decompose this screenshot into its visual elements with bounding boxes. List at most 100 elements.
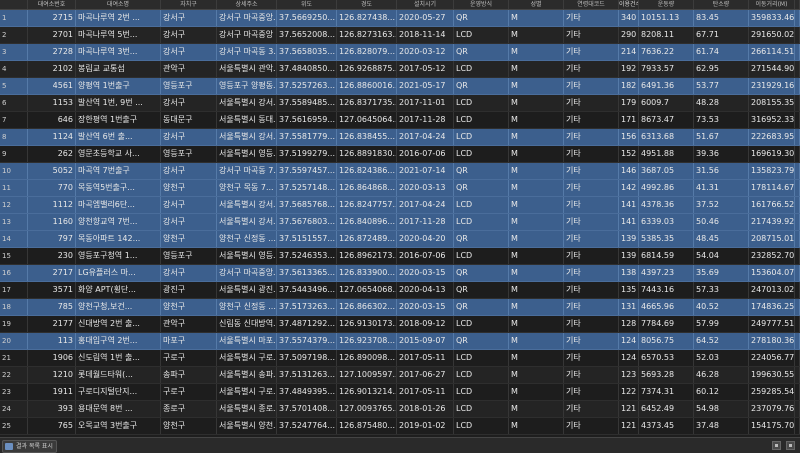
row-number[interactable]: 21 — [0, 350, 28, 366]
cell-age-code[interactable]: 기타 — [564, 146, 619, 162]
cell-usage-count[interactable]: 141 — [619, 214, 639, 230]
cell-distance[interactable]: 217439.9200... — [749, 214, 795, 230]
cell-install-date[interactable]: 2020-03-15 — [397, 265, 454, 281]
cell-distance[interactable]: 259285.549... — [749, 384, 795, 400]
cell-age-code[interactable]: 기타 — [564, 316, 619, 332]
cell-distance[interactable]: 199630.559... — [749, 367, 795, 383]
cell-longitude[interactable]: 126.875480... — [337, 418, 397, 434]
column-header[interactable]: 대여소명 — [76, 0, 161, 9]
cell-latitude[interactable]: 37.5574379... — [277, 333, 337, 349]
cell-station-name[interactable]: 마곡나루역 3번... — [76, 44, 161, 60]
cell-operation[interactable]: LCD — [454, 418, 509, 434]
cell-station-name[interactable]: 마곡역 7번출구 — [76, 163, 161, 179]
cell-latitude[interactable]: 37.5613365... — [277, 265, 337, 281]
cell-station-name[interactable]: 목동역5번출구... — [76, 180, 161, 196]
table-row[interactable]: 24 393 용대문역 8번 ... 종로구 서울특별시 종로... 37.5701408… — [0, 401, 800, 418]
row-number[interactable]: 4 — [0, 61, 28, 77]
cell-exercise[interactable]: 8673.47 — [639, 112, 694, 128]
cell-install-date[interactable]: 2017-05-12 — [397, 61, 454, 77]
column-header[interactable]: 운영방식 — [454, 0, 509, 9]
cell-operation[interactable]: QR — [454, 78, 509, 94]
cell-exercise[interactable]: 6452.49 — [639, 401, 694, 417]
cell-gender[interactable]: M — [509, 384, 564, 400]
cell-address[interactable]: 신림동 신대방역... — [217, 316, 277, 332]
table-row[interactable]: 11 770 목동역5번출구... 양천구 양천구 목동 7... 37.5257148.… — [0, 180, 800, 197]
cell-age-code[interactable]: 기타 — [564, 418, 619, 434]
cell-distance[interactable]: 154175.7000... — [749, 418, 795, 434]
cell-latitude[interactable]: 37.5597457... — [277, 163, 337, 179]
cell-usage-count[interactable]: 122 — [619, 384, 639, 400]
cell-usage-count[interactable]: 139 — [619, 231, 639, 247]
cell-station-name[interactable]: 영등포구청역 1... — [76, 248, 161, 264]
cell-latitude[interactable]: 37.4871292... — [277, 316, 337, 332]
cell-operation[interactable]: QR — [454, 231, 509, 247]
cell-age-code[interactable]: 기타 — [564, 163, 619, 179]
cell-filler[interactable] — [795, 316, 800, 332]
column-header[interactable]: 운동량 — [639, 0, 694, 9]
cell-district[interactable]: 강서구 — [161, 129, 217, 145]
column-header[interactable]: 자치구 — [161, 0, 217, 9]
cell-district[interactable]: 강서구 — [161, 163, 217, 179]
cell-exercise[interactable]: 4373.45 — [639, 418, 694, 434]
cell-age-code[interactable]: 기타 — [564, 78, 619, 94]
cell-filler[interactable] — [795, 401, 800, 417]
cell-address[interactable]: 양천구 목동 7... — [217, 180, 277, 196]
cell-carbon[interactable]: 52.03 — [694, 350, 749, 366]
cell-age-code[interactable]: 기타 — [564, 248, 619, 264]
cell-distance[interactable]: 224056.7799... — [749, 350, 795, 366]
cell-station-name[interactable]: 신대방역 2번 출... — [76, 316, 161, 332]
row-number[interactable]: 13 — [0, 214, 28, 230]
column-header[interactable] — [795, 0, 800, 9]
table-row[interactable]: 16 2717 LG유플러스 마... 강서구 강서구 마곡중앙... 37.561336… — [0, 265, 800, 282]
cell-operation[interactable]: QR — [454, 163, 509, 179]
cell-filler[interactable] — [795, 163, 800, 179]
cell-install-date[interactable]: 2021-07-14 — [397, 163, 454, 179]
table-row[interactable]: 1 2715 마곡나루역 2번 ... 강서구 강서구 마곡중앙... 37.566925… — [0, 10, 800, 27]
cell-install-date[interactable]: 2017-11-28 — [397, 112, 454, 128]
cell-install-date[interactable]: 2020-03-12 — [397, 44, 454, 60]
cell-latitude[interactable]: 37.5246353... — [277, 248, 337, 264]
cell-age-code[interactable]: 기타 — [564, 367, 619, 383]
cell-station-id[interactable]: 2102 — [28, 61, 76, 77]
cell-gender[interactable]: M — [509, 180, 564, 196]
cell-district[interactable]: 관악구 — [161, 61, 217, 77]
cell-distance[interactable]: 174836.2500... — [749, 299, 795, 315]
cell-gender[interactable]: M — [509, 350, 564, 366]
cell-operation[interactable]: LCD — [454, 350, 509, 366]
row-number[interactable]: 5 — [0, 78, 28, 94]
cell-district[interactable]: 양천구 — [161, 231, 217, 247]
cell-gender[interactable]: M — [509, 333, 564, 349]
row-number[interactable]: 14 — [0, 231, 28, 247]
cell-usage-count[interactable]: 123 — [619, 367, 639, 383]
cell-distance[interactable]: 291650.020... — [749, 27, 795, 43]
cell-filler[interactable] — [795, 10, 800, 26]
cell-station-name[interactable]: 양천향교역 7번... — [76, 214, 161, 230]
cell-station-id[interactable]: 262 — [28, 146, 76, 162]
cell-longitude[interactable]: 126.866302... — [337, 299, 397, 315]
cell-exercise[interactable]: 10151.13 — [639, 10, 694, 26]
cell-operation[interactable]: LCD — [454, 112, 509, 128]
column-header[interactable]: 이용건수 — [619, 0, 639, 9]
cell-operation[interactable]: QR — [454, 333, 509, 349]
cell-carbon[interactable]: 46.28 — [694, 367, 749, 383]
cell-age-code[interactable]: 기타 — [564, 333, 619, 349]
table-row[interactable]: 9 262 영문초등학교 사... 영등포구 서울특별시 영등... 37.5199279… — [0, 146, 800, 163]
cell-operation[interactable]: QR — [454, 299, 509, 315]
cell-usage-count[interactable]: 124 — [619, 350, 639, 366]
cell-distance[interactable]: 135823.790... — [749, 163, 795, 179]
cell-usage-count[interactable]: 214 — [619, 44, 639, 60]
cell-operation[interactable]: LCD — [454, 384, 509, 400]
cell-longitude[interactable]: 126.840896... — [337, 214, 397, 230]
cell-age-code[interactable]: 기타 — [564, 129, 619, 145]
cell-carbon[interactable]: 57.33 — [694, 282, 749, 298]
cell-district[interactable]: 송파구 — [161, 367, 217, 383]
cell-district[interactable]: 관악구 — [161, 316, 217, 332]
cell-station-name[interactable]: 발산역 6번 출... — [76, 129, 161, 145]
cell-filler[interactable] — [795, 384, 800, 400]
cell-exercise[interactable]: 7443.16 — [639, 282, 694, 298]
cell-station-name[interactable]: 영문초등학교 사... — [76, 146, 161, 162]
cell-carbon[interactable]: 73.53 — [694, 112, 749, 128]
cell-station-id[interactable]: 1911 — [28, 384, 76, 400]
cell-filler[interactable] — [795, 350, 800, 366]
cell-longitude[interactable]: 126.864868... — [337, 180, 397, 196]
